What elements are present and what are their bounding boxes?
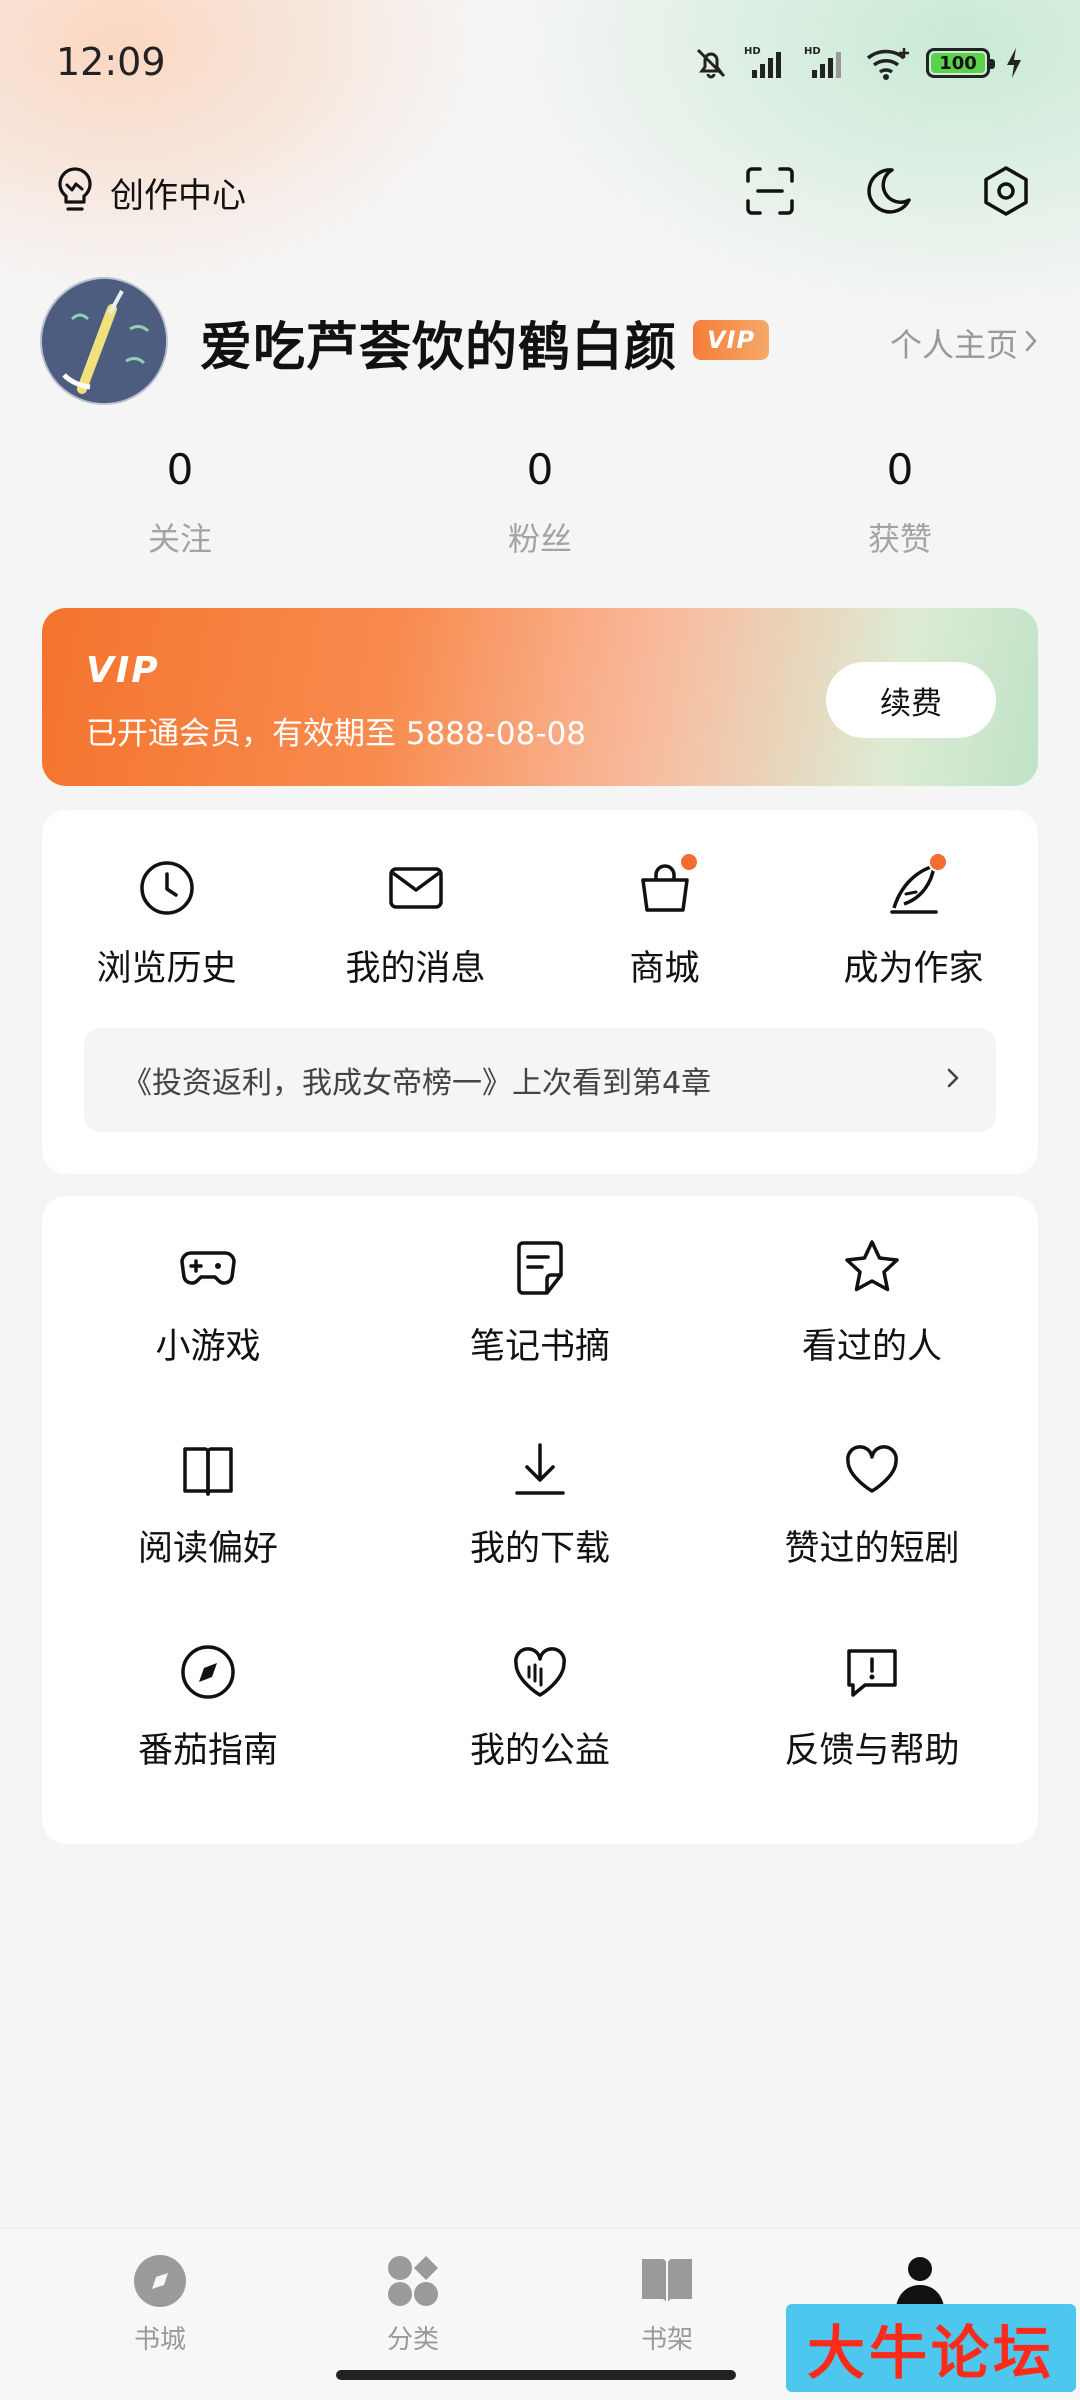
charging-icon xyxy=(1004,46,1024,80)
quick-action-label: 我的消息 xyxy=(345,949,486,989)
grid-item-label: 反馈与帮助 xyxy=(784,1731,960,1771)
stat-likes-value: 0 xyxy=(886,445,914,494)
stat-following-value: 0 xyxy=(166,445,194,494)
status-bar: 12:09 HD HD 100 xyxy=(0,0,1080,130)
grid-item-mini-games[interactable]: 小游戏 xyxy=(42,1236,374,1369)
clock-icon xyxy=(135,856,199,920)
grid-item-notes[interactable]: 笔记书摘 xyxy=(374,1236,706,1369)
signal-2-icon: HD xyxy=(804,44,850,82)
notification-dot xyxy=(927,852,948,872)
status-icons: HD HD 100 xyxy=(692,44,1024,82)
username: 爱吃芦荟饮的鹤白颜 xyxy=(200,318,678,378)
chevron-right-icon xyxy=(946,1065,960,1095)
signal-1-icon: HD xyxy=(744,44,790,82)
stat-fans-value: 0 xyxy=(526,445,554,494)
battery-level: 100 xyxy=(931,53,985,74)
header-actions xyxy=(742,163,1034,219)
gamepad-icon xyxy=(176,1236,240,1300)
grid-item-label: 我的下载 xyxy=(469,1529,610,1569)
nav-item-bookstore[interactable]: 书城 xyxy=(80,2249,240,2356)
nav-item-bookshelf[interactable]: 书架 xyxy=(587,2249,747,2356)
nav-label: 书架 xyxy=(640,2325,693,2355)
recent-reading-bar[interactable]: 《投资返利，我成女帝榜一》上次看到第4章 xyxy=(84,1028,996,1132)
quill-icon xyxy=(882,852,948,920)
settings-icon[interactable] xyxy=(978,163,1034,219)
personal-homepage-link[interactable]: 个人主页 xyxy=(890,320,1038,366)
quick-action-become-writer[interactable]: 成为作家 xyxy=(789,852,1038,991)
tools-grid-card: 小游戏 笔记书摘 看过的人 阅读偏好 我的下载 赞过的短剧 番茄指南 我的公益 … xyxy=(42,1196,1038,1844)
mute-bell-icon xyxy=(692,44,730,82)
nav-label: 分类 xyxy=(386,2325,439,2355)
quick-action-label: 成为作家 xyxy=(843,949,984,989)
svg-text:HD: HD xyxy=(804,46,821,57)
nav-label: 书城 xyxy=(133,2325,186,2355)
quick-actions-card: 浏览历史 我的消息 商城 成为作家 《投资返利，我成女帝榜一》上次看到第4章 xyxy=(42,810,1038,1174)
creation-center-button[interactable]: 创作中心 xyxy=(52,165,246,219)
grid-item-label: 番茄指南 xyxy=(137,1731,278,1771)
vip-membership-card[interactable]: VIP 已开通会员，有效期至 5888-08-08 续费 xyxy=(42,608,1038,786)
compass-icon xyxy=(176,1640,240,1704)
notification-dot xyxy=(678,852,699,872)
stat-likes[interactable]: 0 获赞 xyxy=(780,445,1020,560)
stat-following[interactable]: 0 关注 xyxy=(60,445,300,560)
top-toolbar: 创作中心 xyxy=(0,155,1080,235)
quick-action-history[interactable]: 浏览历史 xyxy=(42,856,291,991)
grid-item-downloads[interactable]: 我的下载 xyxy=(374,1438,706,1571)
book-icon xyxy=(176,1438,240,1502)
chevron-right-icon xyxy=(1024,324,1038,362)
quick-action-label: 浏览历史 xyxy=(96,949,237,989)
grid-item-reading-preferences[interactable]: 阅读偏好 xyxy=(42,1438,374,1571)
quick-action-mall[interactable]: 商城 xyxy=(540,852,789,991)
home-indicator[interactable] xyxy=(336,2370,736,2380)
wifi-icon xyxy=(864,44,912,82)
grid-item-label: 阅读偏好 xyxy=(137,1529,278,1569)
stat-fans-label: 粉丝 xyxy=(507,520,572,558)
status-time: 12:09 xyxy=(56,40,166,84)
grid-item-charity[interactable]: 我的公益 xyxy=(374,1640,706,1773)
recent-reading-text: 《投资返利，我成女帝榜一》上次看到第4章 xyxy=(122,1066,712,1101)
battery-icon: 100 xyxy=(926,48,995,78)
vip-card-title: VIP xyxy=(86,650,160,691)
watermark-logo: 大牛论坛 xyxy=(786,2304,1076,2392)
quick-action-messages[interactable]: 我的消息 xyxy=(291,856,540,991)
grid-item-label: 我的公益 xyxy=(469,1731,610,1771)
grid-item-feedback[interactable]: 反馈与帮助 xyxy=(706,1640,1038,1773)
svg-text:HD: HD xyxy=(744,46,761,57)
category-icon xyxy=(381,2249,445,2313)
avatar[interactable] xyxy=(40,277,168,405)
charity-heart-icon xyxy=(508,1640,572,1704)
scan-icon[interactable] xyxy=(742,163,798,219)
quick-action-label: 商城 xyxy=(629,949,700,989)
grid-item-label: 笔记书摘 xyxy=(469,1327,610,1367)
heart-icon xyxy=(840,1438,904,1502)
grid-item-liked-dramas[interactable]: 赞过的短剧 xyxy=(706,1438,1038,1571)
feedback-icon xyxy=(840,1640,904,1704)
grid-item-label: 看过的人 xyxy=(801,1327,942,1367)
bookstore-icon xyxy=(128,2249,192,2313)
stat-following-label: 关注 xyxy=(147,520,212,558)
grid-item-label: 小游戏 xyxy=(155,1327,261,1367)
lightbulb-icon xyxy=(52,165,98,219)
profile-section: 爱吃芦荟饮的鹤白颜 VIP 个人主页 xyxy=(0,275,1080,415)
star-icon xyxy=(840,1236,904,1300)
creation-center-label: 创作中心 xyxy=(110,175,246,216)
grid-item-label: 赞过的短剧 xyxy=(784,1529,960,1569)
vip-badge: VIP xyxy=(693,320,769,360)
personal-homepage-label: 个人主页 xyxy=(889,326,1018,364)
stats-row: 0 关注 0 粉丝 0 获赞 xyxy=(0,445,1080,575)
note-icon xyxy=(508,1236,572,1300)
grid-item-guide[interactable]: 番茄指南 xyxy=(42,1640,374,1773)
bookshelf-icon xyxy=(635,2249,699,2313)
nav-item-category[interactable]: 分类 xyxy=(333,2249,493,2356)
moon-icon[interactable] xyxy=(860,163,916,219)
grid-item-viewers[interactable]: 看过的人 xyxy=(706,1236,1038,1369)
download-icon xyxy=(508,1438,572,1502)
stat-fans[interactable]: 0 粉丝 xyxy=(420,445,660,560)
renew-button[interactable]: 续费 xyxy=(826,662,996,738)
shopping-bag-icon xyxy=(633,852,699,920)
stat-likes-label: 获赞 xyxy=(867,520,932,558)
vip-expiry-text: 已开通会员，有效期至 5888-08-08 xyxy=(86,716,587,752)
mail-icon xyxy=(384,856,448,920)
